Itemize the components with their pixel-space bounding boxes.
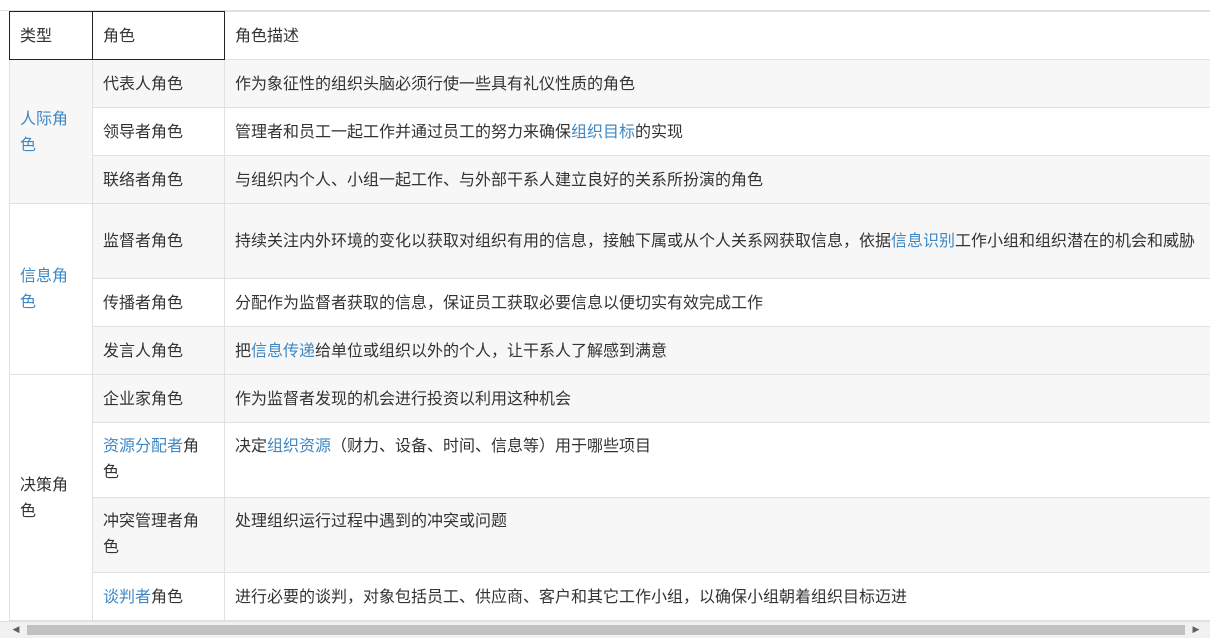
cell-text: 持续关注内外环境的变化以获取对组织有用的信息，接触下属或从个人关系网获取信息，依… xyxy=(235,231,891,250)
header-type: 类型 xyxy=(10,12,93,60)
category-cell: 信息角色 xyxy=(10,204,93,375)
role-cell: 联络者角色 xyxy=(93,156,225,204)
cell-text: 联络者角色 xyxy=(103,170,183,189)
wiki-link[interactable]: 组织资源 xyxy=(267,436,331,455)
description-cell: 处理组织运行过程中遇到的冲突或问题 xyxy=(225,498,1210,573)
cell-text: 的实现 xyxy=(635,122,683,141)
cell-text: （财力、设备、时间、信息等）用于哪些项目 xyxy=(331,436,651,455)
cell-text: 传播者角色 xyxy=(103,293,183,312)
description-cell: 作为监督者发现的机会进行投资以利用这种机会 xyxy=(225,375,1210,423)
cell-text: 进行必要的谈判，对象包括员工、供应商、客户和其它工作小组，以确保小组朝着组织目标… xyxy=(235,587,907,606)
wiki-link[interactable]: 组织目标 xyxy=(571,122,635,141)
cell-text: 给单位或组织以外的个人，让干系人了解感到满意 xyxy=(315,341,667,360)
scroll-right-icon[interactable]: ▶ xyxy=(1188,622,1204,638)
category-cell: 决策角色 xyxy=(10,375,93,621)
role-cell: 监督者角色 xyxy=(93,204,225,279)
cell-text: 作为监督者发现的机会进行投资以利用这种机会 xyxy=(235,389,571,408)
table-row: 联络者角色 与组织内个人、小组一起工作、与外部干系人建立良好的关系所扮演的角色 xyxy=(10,156,1210,204)
wiki-link[interactable]: 资源分配者 xyxy=(103,436,183,455)
description-cell: 作为象征性的组织头脑必须行使一些具有礼仪性质的角色 xyxy=(225,60,1210,108)
cell-text: 冲突管理者角色 xyxy=(103,511,199,556)
cell-text: 监督者角色 xyxy=(103,231,183,250)
table-row: 谈判者角色进行必要的谈判，对象包括员工、供应商、客户和其它工作小组，以确保小组朝… xyxy=(10,573,1210,621)
role-cell: 领导者角色 xyxy=(93,108,225,156)
cell-text: 工作小组和组织潜在的机会和威胁 xyxy=(955,231,1195,250)
header-role: 角色 xyxy=(93,12,225,60)
category-label: 决策角色 xyxy=(20,475,68,520)
role-cell: 资源分配者角色 xyxy=(93,423,225,498)
role-cell: 传播者角色 xyxy=(93,279,225,327)
cell-text: 作为象征性的组织头脑必须行使一些具有礼仪性质的角色 xyxy=(235,74,635,93)
cell-text: 处理组织运行过程中遇到的冲突或问题 xyxy=(235,511,507,530)
category-label[interactable]: 人际角色 xyxy=(20,109,68,154)
scroll-left-icon[interactable]: ◀ xyxy=(8,622,24,638)
table-row: 信息角色监督者角色持续关注内外环境的变化以获取对组织有用的信息，接触下属或从个人… xyxy=(10,204,1210,279)
description-cell: 与组织内个人、小组一起工作、与外部干系人建立良好的关系所扮演的角色 xyxy=(225,156,1210,204)
cell-text: 代表人角色 xyxy=(103,74,183,93)
cell-text: 领导者角色 xyxy=(103,122,183,141)
category-label[interactable]: 信息角色 xyxy=(20,266,68,311)
description-cell: 进行必要的谈判，对象包括员工、供应商、客户和其它工作小组，以确保小组朝着组织目标… xyxy=(225,573,1210,621)
table-row: 决策角色企业家角色作为监督者发现的机会进行投资以利用这种机会 xyxy=(10,375,1210,423)
cell-text: 分配作为监督者获取的信息，保证员工获取必要信息以便切实有效完成工作 xyxy=(235,293,763,312)
role-cell: 代表人角色 xyxy=(93,60,225,108)
role-cell: 谈判者角色 xyxy=(93,573,225,621)
cell-text: 管理者和员工一起工作并通过员工的努力来确保 xyxy=(235,122,571,141)
scrollbar-thumb[interactable] xyxy=(27,625,1185,635)
description-cell: 管理者和员工一起工作并通过员工的努力来确保组织目标的实现 xyxy=(225,108,1210,156)
category-cell: 人际角色 xyxy=(10,60,93,204)
cell-text: 与组织内个人、小组一起工作、与外部干系人建立良好的关系所扮演的角色 xyxy=(235,170,763,189)
description-cell: 分配作为监督者获取的信息，保证员工获取必要信息以便切实有效完成工作 xyxy=(225,279,1210,327)
table-row: 冲突管理者角色 处理组织运行过程中遇到的冲突或问题 xyxy=(10,498,1210,573)
horizontal-scrollbar[interactable]: ◀ ▶ xyxy=(0,621,1210,638)
wiki-link[interactable]: 信息传递 xyxy=(251,341,315,360)
role-cell: 企业家角色 xyxy=(93,375,225,423)
description-cell: 持续关注内外环境的变化以获取对组织有用的信息，接触下属或从个人关系网获取信息，依… xyxy=(225,204,1210,279)
table-row: 领导者角色 管理者和员工一起工作并通过员工的努力来确保组织目标的实现 xyxy=(10,108,1210,156)
wiki-link[interactable]: 谈判者 xyxy=(103,587,151,606)
wiki-link[interactable]: 信息识别 xyxy=(891,231,955,250)
cell-text: 把 xyxy=(235,341,251,360)
table-row: 发言人角色 把信息传递给单位或组织以外的个人，让干系人了解感到满意 xyxy=(10,327,1210,375)
role-cell: 发言人角色 xyxy=(93,327,225,375)
description-cell: 把信息传递给单位或组织以外的个人，让干系人了解感到满意 xyxy=(225,327,1210,375)
role-cell: 冲突管理者角色 xyxy=(93,498,225,573)
cell-text: 企业家角色 xyxy=(103,389,183,408)
description-cell: 决定组织资源（财力、设备、时间、信息等）用于哪些项目 xyxy=(225,423,1210,498)
table-row: 人际角色代表人角色作为象征性的组织头脑必须行使一些具有礼仪性质的角色 xyxy=(10,60,1210,108)
table-viewport: 类型 角色 角色描述 人际角色 代表人角色 作为象征性的组织头脑必须行使一些具有礼仪… xyxy=(0,0,1210,621)
cell-text: 决定 xyxy=(235,436,267,455)
cell-text: 发言人角色 xyxy=(103,341,183,360)
header-row: 类型 角色 角色描述 xyxy=(10,12,1210,60)
table-row: 传播者角色 分配作为监督者获取的信息，保证员工获取必要信息以便切实有效完成工作 xyxy=(10,279,1210,327)
cell-text: 角色 xyxy=(151,587,183,606)
table-row: 资源分配者角色决定组织资源（财力、设备、时间、信息等）用于哪些项目 xyxy=(10,423,1210,498)
roles-table: 类型 角色 角色描述 人际角色 代表人角色 作为象征性的组织头脑必须行使一些具有礼仪… xyxy=(9,11,1210,621)
header-desc: 角色描述 xyxy=(225,12,1210,60)
